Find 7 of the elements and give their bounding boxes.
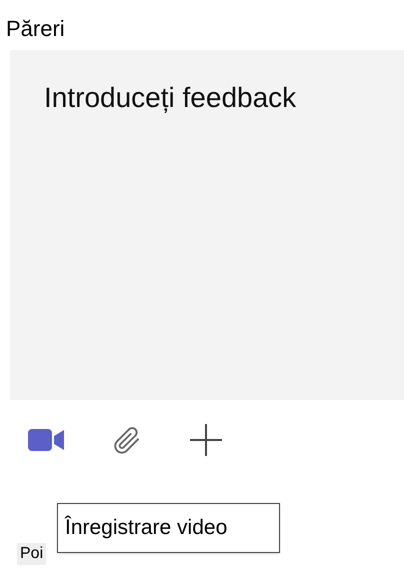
video-camera-icon (28, 427, 64, 453)
plus-icon (189, 423, 223, 457)
feedback-field[interactable]: Introduceți feedback (10, 50, 404, 400)
add-button[interactable] (188, 422, 224, 458)
bottom-label: Poi (17, 543, 46, 565)
field-label: Păreri (6, 15, 66, 43)
tooltip-text: Înregistrare video (65, 514, 228, 542)
